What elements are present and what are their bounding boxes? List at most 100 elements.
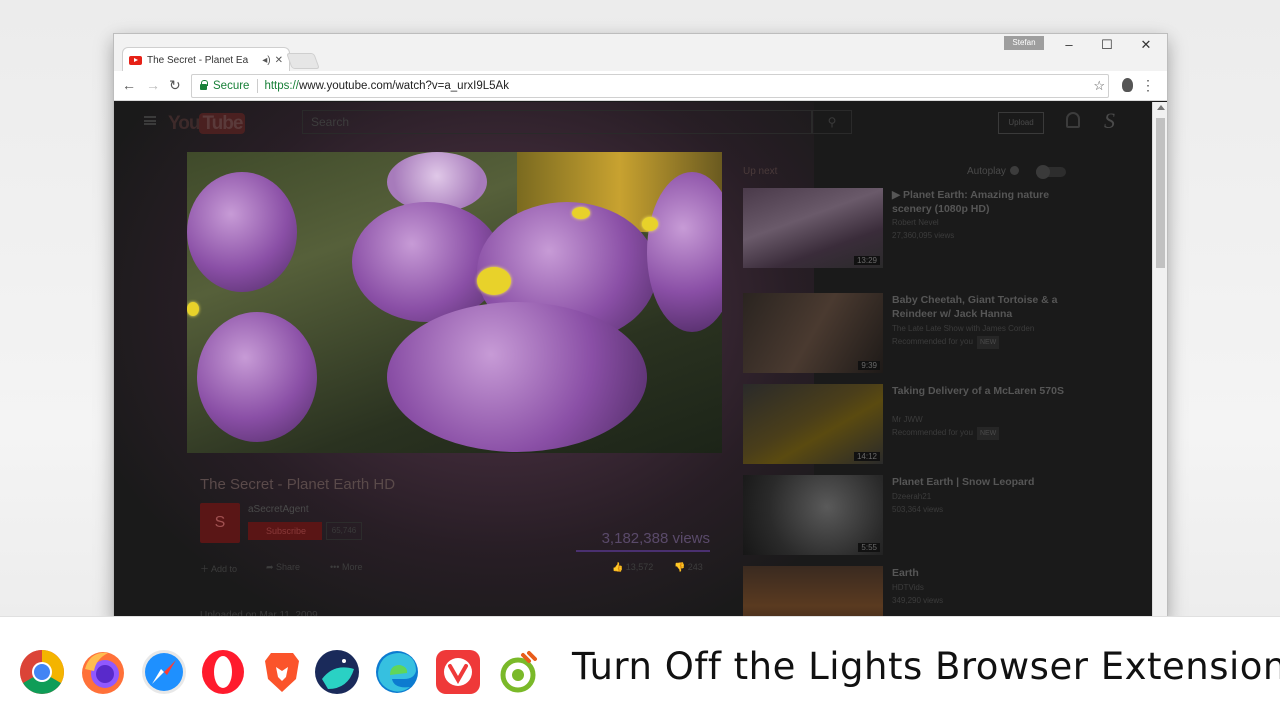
search-icon: ⚲ <box>827 115 837 129</box>
yandex-icon <box>500 651 537 693</box>
browser-tab[interactable]: The Secret - Planet Ea ◂) ✕ <box>122 47 290 72</box>
firefox-icon <box>82 652 124 694</box>
channel-name: Mr JWW <box>892 415 923 424</box>
dislike-button[interactable]: 👎 243 <box>674 562 703 573</box>
subscriber-count: 65,746 <box>326 522 362 540</box>
subscribe-button[interactable]: Subscribe <box>248 522 322 540</box>
page-scrollbar[interactable] <box>1152 102 1167 620</box>
title-bar: The Secret - Planet Ea ◂) ✕ Stefan – ☐ ✕ <box>114 34 1167 72</box>
upload-button[interactable]: Upload <box>998 112 1044 134</box>
channel-name: Robert Nevel <box>892 218 939 227</box>
like-count: 13,572 <box>625 562 654 572</box>
safari-icon <box>142 650 186 694</box>
address-bar[interactable]: Secure https://www.youtube.com/watch?v=a… <box>191 74 1109 98</box>
more-button[interactable]: ••• More <box>330 562 362 572</box>
video-title[interactable]: Taking Delivery of a McLaren 570S <box>892 384 1067 398</box>
bookmark-star-icon[interactable]: ☆ <box>1093 78 1105 94</box>
video-title[interactable]: Earth <box>892 566 1067 580</box>
view-count: 27,360,095 views <box>892 231 955 240</box>
new-tab-button[interactable] <box>286 53 320 69</box>
list-item[interactable]: 13:29 ▶ Planet Earth: Amazing nature sce… <box>743 188 1073 270</box>
video-player[interactable] <box>187 152 722 453</box>
autoplay-text: Autoplay <box>967 166 1006 177</box>
thumbs-down-icon: 👎 <box>674 562 688 572</box>
list-item[interactable]: 9:39 Baby Cheetah, Giant Tortoise & a Re… <box>743 293 1073 375</box>
turn-off-lights-extension-icon[interactable] <box>1122 78 1133 92</box>
browser-menu-icon[interactable]: ⋮ <box>1141 77 1155 94</box>
new-badge: NEW <box>976 336 1000 349</box>
flower-stamen <box>477 267 511 295</box>
duration-badge: 13:29 <box>853 256 880 265</box>
notifications-bell-icon[interactable] <box>1066 112 1080 128</box>
youtube-logo[interactable]: You Tube <box>168 113 246 135</box>
view-count: 503,364 views <box>892 505 944 514</box>
duration-badge: 14:12 <box>853 452 880 461</box>
profile-button[interactable]: Stefan <box>1004 36 1044 50</box>
share-label: Share <box>276 562 301 572</box>
video-title[interactable]: Planet Earth | Snow Leopard <box>892 475 1067 489</box>
channel-name: HDTVids <box>892 583 924 592</box>
scrollbar-thumb[interactable] <box>1156 118 1165 268</box>
browser-window: The Secret - Planet Ea ◂) ✕ Stefan – ☐ ✕… <box>114 34 1167 620</box>
screenshot-stage: The Secret - Planet Ea ◂) ✕ Stefan – ☐ ✕… <box>0 0 1280 720</box>
youtube-header: You Tube Search ⚲ Upload S <box>114 102 1152 142</box>
video-title[interactable]: ▶ Planet Earth: Amazing nature scenery (… <box>892 188 1067 216</box>
close-window-button[interactable]: ✕ <box>1131 37 1161 53</box>
url-protocol: https:// <box>264 80 299 92</box>
up-next-label: Up next <box>743 166 778 177</box>
video-thumbnail[interactable]: 14:12 <box>743 384 883 464</box>
duration-badge: 9:39 <box>858 361 880 370</box>
like-button[interactable]: 👍 13,572 <box>612 562 653 573</box>
scroll-up-icon[interactable] <box>1157 105 1165 110</box>
opera-icon <box>202 650 244 694</box>
autoplay-toggle[interactable] <box>1036 165 1066 179</box>
video-thumbnail[interactable] <box>743 566 883 620</box>
tab-close-icon[interactable]: ✕ <box>275 55 283 66</box>
account-avatar[interactable]: S <box>1104 108 1115 134</box>
info-icon[interactable] <box>1009 166 1019 175</box>
browser-toolbar: ← → ↻ Secure https://www.youtube.com/wat… <box>114 71 1167 101</box>
add-to-button[interactable]: ＋ Add to <box>200 562 237 575</box>
youtube-favicon-icon <box>129 55 142 65</box>
flower-petal <box>187 172 297 292</box>
video-thumbnail[interactable]: 5:55 <box>743 475 883 555</box>
back-arrow-icon[interactable]: ← <box>122 77 136 93</box>
list-item[interactable]: 14:12 Taking Delivery of a McLaren 570S … <box>743 384 1073 466</box>
view-count: 3,182,388 views <box>601 530 710 547</box>
reload-icon[interactable]: ↻ <box>169 77 181 94</box>
channel-name: Dzeerah21 <box>892 492 932 501</box>
promo-caption: Turn Off the Lights Browser Extension <box>572 645 1280 688</box>
video-thumbnail[interactable]: 9:39 <box>743 293 883 373</box>
edge-icon <box>376 651 418 693</box>
search-input[interactable]: Search <box>302 110 812 134</box>
list-item[interactable]: Earth HDTVids 349,290 views <box>743 566 1073 620</box>
vivaldi-icon <box>436 650 480 694</box>
flower-petal <box>387 302 647 452</box>
channel-avatar[interactable]: S <box>200 503 240 543</box>
video-title[interactable]: Baby Cheetah, Giant Tortoise & a Reindee… <box>892 293 1067 321</box>
duration-badge: 5:55 <box>858 543 880 552</box>
share-button[interactable]: ➦ Share <box>266 562 300 573</box>
whale-icon <box>315 650 359 694</box>
flower-stamen <box>572 207 590 219</box>
speaker-icon[interactable]: ◂) <box>262 55 270 66</box>
logo-you: You <box>168 113 201 134</box>
recommended-text: Recommended for you <box>892 428 973 437</box>
maximize-button[interactable]: ☐ <box>1092 37 1122 53</box>
hamburger-menu-icon[interactable] <box>144 116 156 125</box>
video-thumbnail[interactable]: 13:29 <box>743 188 883 268</box>
search-button[interactable]: ⚲ <box>812 110 852 134</box>
plus-icon: ＋ <box>200 564 212 574</box>
recommended-text: Recommended for you <box>892 337 973 346</box>
add-to-label: Add to <box>211 564 238 574</box>
lock-icon <box>200 80 208 90</box>
more-dots-icon: ••• <box>330 562 342 572</box>
thumbs-up-icon: 👍 <box>612 562 626 572</box>
forward-arrow-icon[interactable]: → <box>146 77 160 93</box>
brave-icon <box>265 653 299 692</box>
channel-name[interactable]: aSecretAgent <box>248 504 309 515</box>
url-text: https://www.youtube.com/watch?v=a_urxI9L… <box>264 80 509 92</box>
list-item[interactable]: 5:55 Planet Earth | Snow Leopard Dzeerah… <box>743 475 1073 557</box>
view-count: 349,290 views <box>892 596 944 605</box>
minimize-button[interactable]: – <box>1054 37 1084 53</box>
